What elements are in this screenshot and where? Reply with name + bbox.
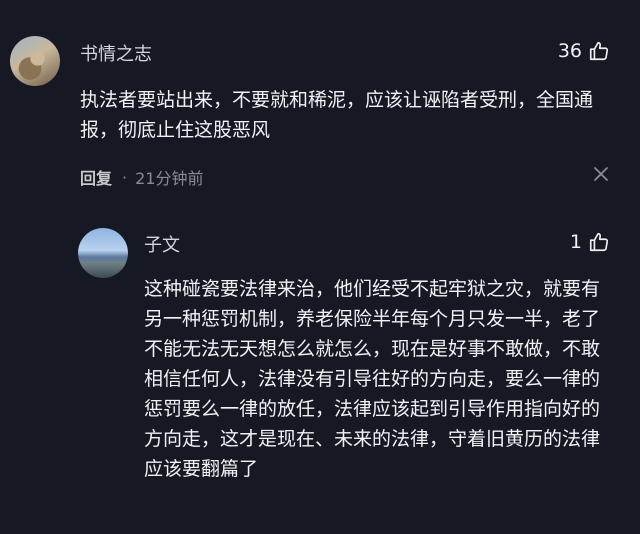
like-count: 36	[557, 40, 582, 62]
avatar[interactable]	[10, 36, 60, 86]
reply-like-count: 1	[569, 231, 582, 253]
reply-like-button[interactable]: 1	[570, 231, 610, 253]
separator: ·	[122, 167, 128, 187]
comment-meta: 回复 · 21分钟前	[80, 165, 203, 189]
close-icon[interactable]	[592, 165, 610, 183]
reply-username[interactable]: 子文	[144, 231, 180, 257]
reply-avatar[interactable]	[78, 228, 128, 278]
reply-button[interactable]: 回复	[80, 165, 112, 189]
comment-time: 21分钟前	[135, 169, 204, 188]
reply-text: 这种碰瓷要法律来治，他们经受不起牢狱之灾，就要有另一种惩罚机制，养老保险半年每个…	[144, 278, 601, 480]
comment-username[interactable]: 书情之志	[80, 40, 152, 66]
like-button[interactable]: 36	[558, 40, 610, 62]
thumbs-up-icon	[589, 41, 609, 61]
thumbs-up-icon	[589, 232, 609, 252]
comment-text: 执法者要站出来，不要就和稀泥，应该让诬陷者受刑，全国通报，彻底止住这股恶风	[80, 89, 594, 141]
